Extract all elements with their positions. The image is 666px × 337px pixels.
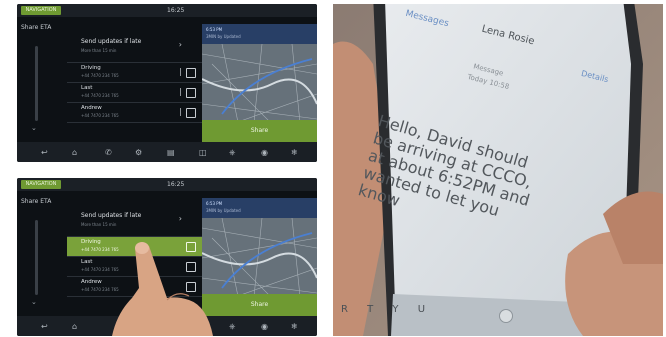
eta-header: 6:53 PM 3MIN by Updated xyxy=(202,24,317,44)
eta-time: 6:53 PM xyxy=(206,27,223,32)
eta-sub: 3MIN by Updated xyxy=(206,34,241,39)
map-view[interactable]: 6:53 PM 3MIN by Updated Share xyxy=(202,24,317,142)
keyboard[interactable]: R T Y U xyxy=(341,304,433,315)
status-bar: NAVIGATION 16:25 xyxy=(17,4,317,17)
back-icon[interactable]: ↩ xyxy=(41,148,48,157)
infotainment-screen-2: NAVIGATION 16:25 Share ETA ⌄ Send update… xyxy=(17,178,317,336)
send-updates-sub: More than 15 min xyxy=(81,48,117,53)
contact-name: Andrew xyxy=(81,105,102,111)
home-icon[interactable]: ⌂ xyxy=(72,148,77,157)
scroll-slider[interactable] xyxy=(35,46,38,121)
share-button[interactable]: Share xyxy=(202,120,317,142)
phone-photo: Messages Lena Rosie Details Message Toda… xyxy=(333,4,663,336)
contact-name: Last xyxy=(81,85,93,91)
contact-row[interactable]: Andrew +44 7470 234 765 | xyxy=(67,103,202,123)
infotainment-screen-1: NAVIGATION 16:25 Share ETA ⌄ Send update… xyxy=(17,4,317,162)
camera-icon[interactable]: ◉ xyxy=(261,148,268,157)
contact-row[interactable]: Driving +44 7470 234 765 | xyxy=(67,63,202,83)
settings-icon[interactable]: ⚙ xyxy=(135,148,142,157)
chevron-right-icon: › xyxy=(178,40,182,49)
car-icon[interactable]: ▤ xyxy=(167,148,175,157)
navigation-badge[interactable]: NAVIGATION xyxy=(21,6,61,15)
contact-row[interactable]: Last +44 7470 234 765 | xyxy=(67,83,202,103)
media-icon[interactable]: ◫ xyxy=(199,148,207,157)
divider-icon: | xyxy=(179,87,182,96)
send-updates-title: Send updates if late xyxy=(81,38,142,45)
contact-detail: +44 7470 234 765 xyxy=(81,113,119,118)
bottom-toolbar: ↩ ⌂ ✆ ⚙ ▤ ◫ ⎈ ◉ ❄ xyxy=(17,142,317,162)
send-updates-row[interactable]: Send updates if late More than 15 min › xyxy=(67,36,202,63)
contact-name: Driving xyxy=(81,65,101,71)
divider-icon: | xyxy=(179,107,182,116)
phone-icon[interactable]: ✆ xyxy=(105,148,112,157)
seat-icon[interactable]: ⎈ xyxy=(229,148,235,158)
climate-icon[interactable]: ❄ xyxy=(291,148,298,157)
contact-detail: +44 7470 234 765 xyxy=(81,73,119,78)
clock: 16:25 xyxy=(167,7,185,14)
pointing-hand xyxy=(112,242,213,336)
contact-list: Send updates if late More than 15 min › … xyxy=(67,36,202,123)
checkbox[interactable] xyxy=(186,68,196,78)
microphone-icon[interactable] xyxy=(499,309,513,323)
contact-detail: +44 7470 234 765 xyxy=(81,93,119,98)
checkbox[interactable] xyxy=(186,108,196,118)
checkbox[interactable] xyxy=(186,88,196,98)
divider-icon: | xyxy=(179,67,182,76)
chevron-down-icon[interactable]: ⌄ xyxy=(31,124,37,132)
share-eta-title: Share ETA xyxy=(21,24,52,31)
